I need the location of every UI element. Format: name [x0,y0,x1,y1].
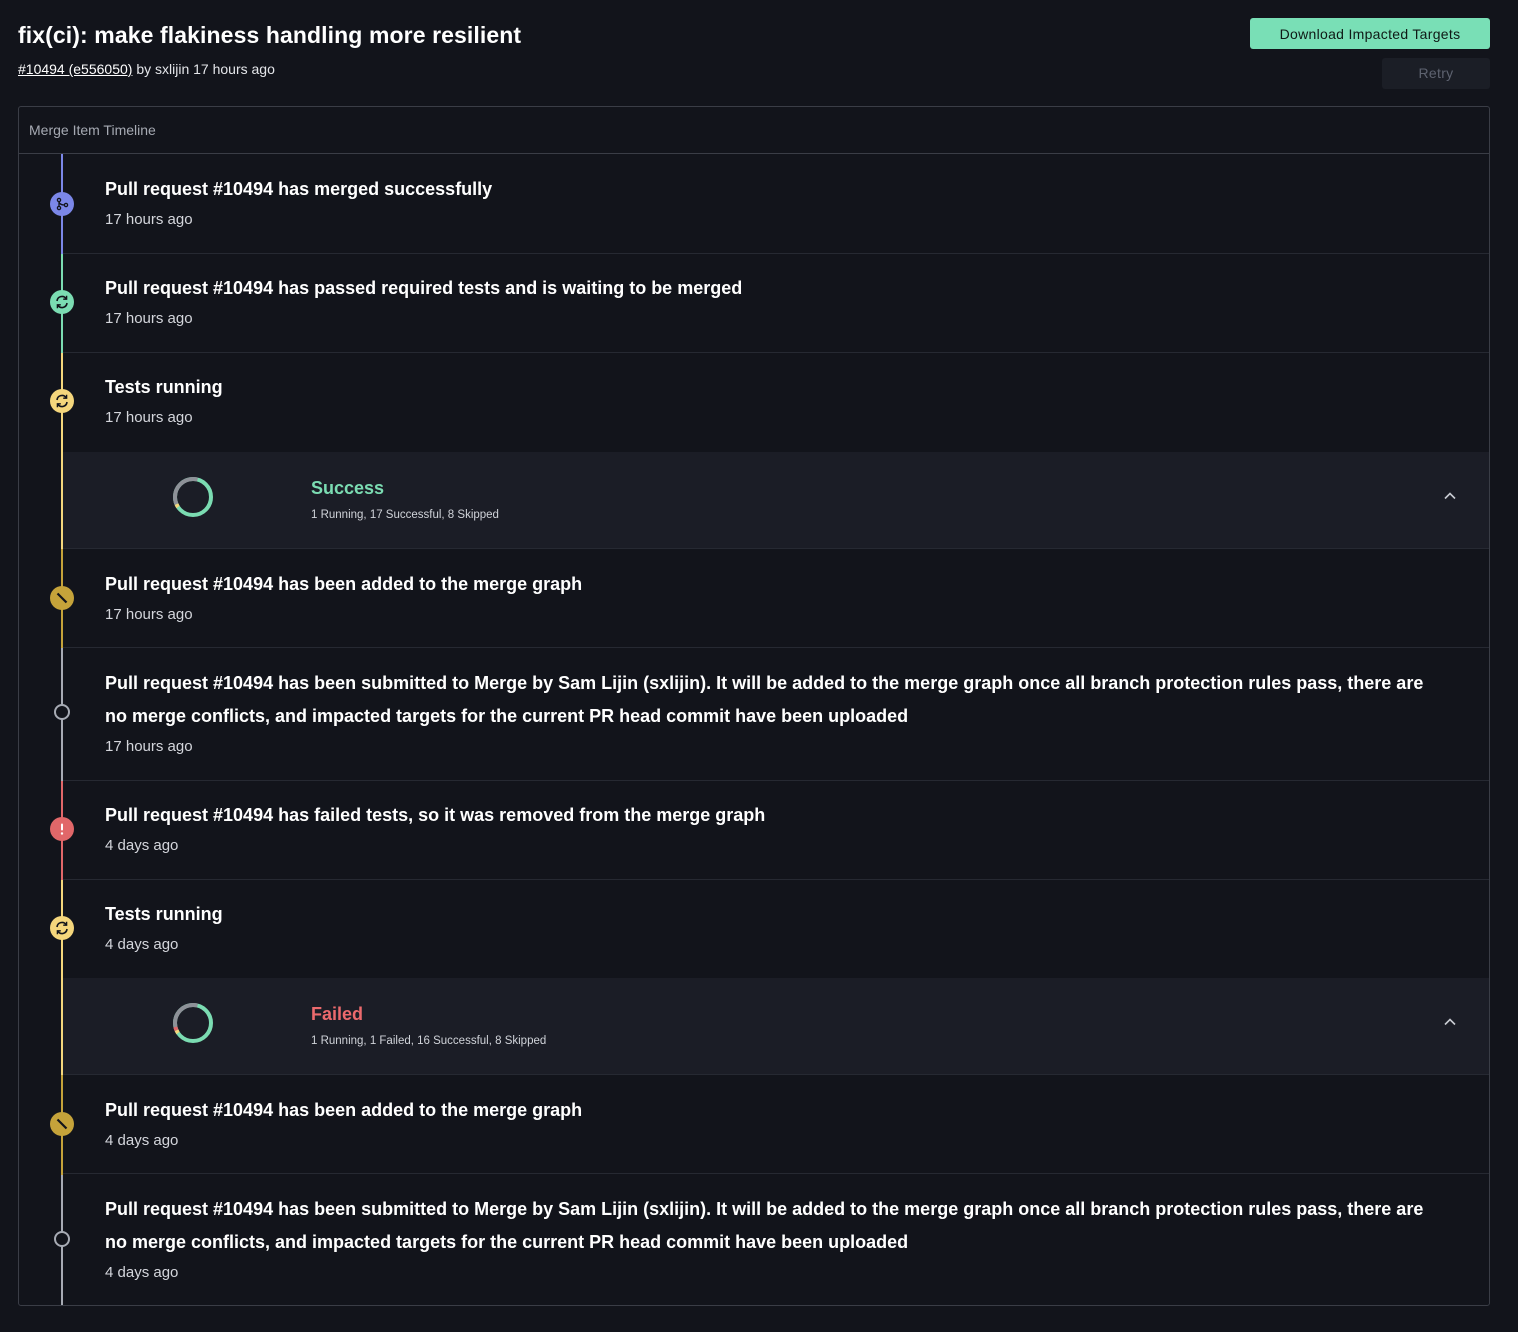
retry-button[interactable]: Retry [1382,58,1490,89]
slash-icon [50,1112,74,1136]
test-progress-donut [173,1003,213,1043]
circle-icon [54,704,70,720]
event-time: 17 hours ago [105,310,193,327]
timeline-item: Pull request #10494 has passed required … [63,254,1489,353]
event-title: Pull request #10494 has failed tests, so… [105,805,766,825]
event-time: 17 hours ago [105,606,193,623]
timeline-item: Tests running 17 hours ago [63,353,1489,452]
merge-item-page: fix(ci): make flakiness handling more re… [0,0,1518,1332]
panel-title: Merge Item Timeline [19,107,1489,154]
chevron-up-icon[interactable] [1443,1017,1457,1027]
download-impacted-targets-button[interactable]: Download Impacted Targets [1250,18,1490,49]
event-title: Tests running [105,904,223,924]
sync-icon [50,916,74,940]
test-summary-row[interactable]: Failed 1 Running, 1 Failed, 16 Successfu… [63,978,1489,1074]
page-subtitle: #10494 (e556050) by sxlijin 17 hours ago [18,61,275,77]
timeline-item: Pull request #10494 has been added to th… [63,1074,1489,1174]
merge-icon [50,192,74,216]
event-title: Pull request #10494 has been added to th… [105,1100,583,1120]
event-title: Pull request #10494 has been submitted t… [105,1199,1424,1252]
page-title: fix(ci): make flakiness handling more re… [18,22,522,48]
timeline-item: Tests running 4 days ago [63,880,1489,979]
circle-icon [54,1231,70,1247]
test-status-label: Success [311,478,385,498]
event-time: 17 hours ago [105,211,193,228]
event-time: 4 days ago [105,1132,179,1149]
test-summary-row[interactable]: Success 1 Running, 17 Successful, 8 Skip… [63,452,1489,548]
timeline-item: Pull request #10494 has merged successfu… [63,154,1489,254]
event-time: 4 days ago [105,837,179,854]
sync-icon [50,389,74,413]
event-title: Pull request #10494 has merged successfu… [105,179,493,199]
slash-icon [50,586,74,610]
timeline-item: Pull request #10494 has been submitted t… [63,648,1489,781]
test-progress-donut [173,477,213,517]
event-title: Tests running [105,377,223,397]
author-time: by sxlijin 17 hours ago [136,61,275,77]
test-status-label: Failed [311,1004,364,1024]
timeline-item: Pull request #10494 has failed tests, so… [63,781,1489,880]
test-status-details: 1 Running, 1 Failed, 16 Successful, 8 Sk… [311,1035,547,1047]
timeline-item: Pull request #10494 has been added to th… [63,548,1489,648]
merge-item-timeline-panel: Merge Item Timeline Pull request #10494 … [18,106,1490,1306]
event-time: 17 hours ago [105,738,193,755]
event-title: Pull request #10494 has been added to th… [105,574,583,594]
test-status-details: 1 Running, 17 Successful, 8 Skipped [311,509,499,521]
pr-link[interactable]: #10494 (e556050) [18,61,132,77]
alert-icon [50,817,74,841]
event-time: 17 hours ago [105,409,193,426]
chevron-up-icon[interactable] [1443,491,1457,501]
event-time: 4 days ago [105,1264,179,1281]
event-title: Pull request #10494 has been submitted t… [105,673,1424,726]
sync-icon [50,290,74,314]
event-title: Pull request #10494 has passed required … [105,278,743,298]
event-time: 4 days ago [105,936,179,953]
timeline-item: Pull request #10494 has been submitted t… [63,1174,1489,1305]
